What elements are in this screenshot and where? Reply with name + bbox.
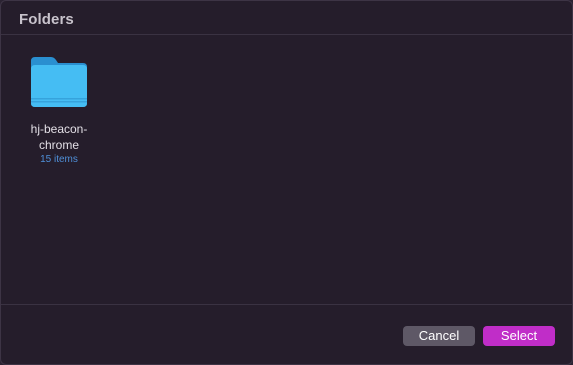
dialog-footer: Cancel Select [1,304,572,364]
folder-icon [31,57,87,107]
dialog-header: Folders [1,1,572,35]
folder-item[interactable]: hj-beacon-chrome 15 items [21,55,97,167]
folder-name: hj-beacon-chrome [30,122,88,152]
folder-grid: hj-beacon-chrome 15 items [1,35,572,305]
folder-picker-dialog: Folders hj-beacon-chrome 15 items Cancel… [0,0,573,365]
dialog-title: Folders [19,11,74,28]
select-button[interactable]: Select [483,326,555,346]
folder-item-count: 15 items [40,154,78,165]
cancel-button[interactable]: Cancel [403,326,475,346]
